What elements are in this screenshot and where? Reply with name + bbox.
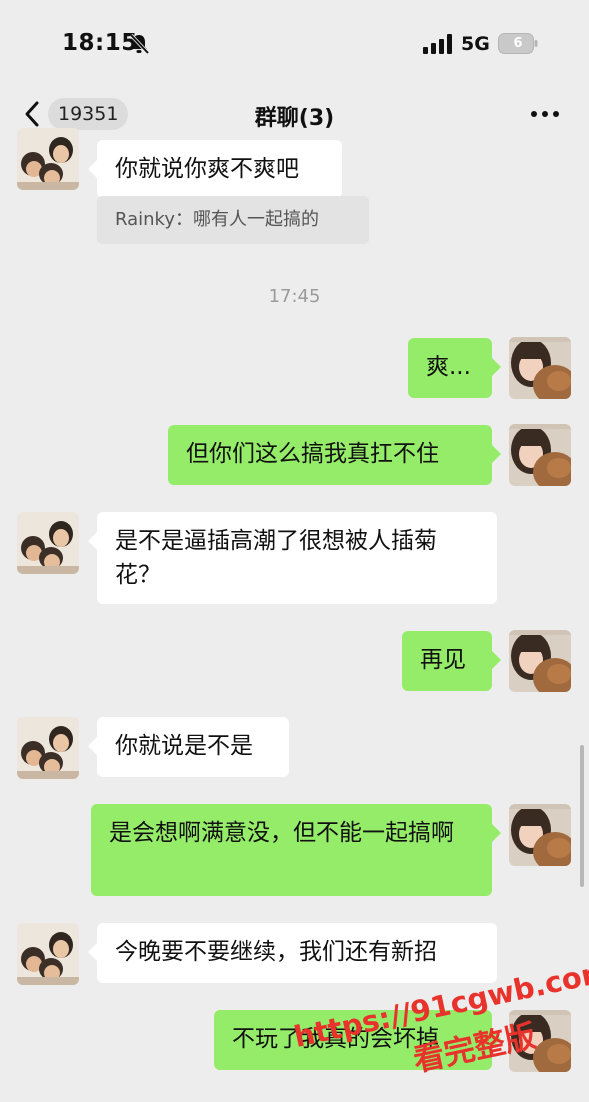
- network-type: 5G: [461, 33, 490, 55]
- message-bubble-outgoing[interactable]: 是会想啊满意没，但不能一起搞啊: [91, 804, 501, 896]
- cellular-signal-icon: [423, 34, 452, 54]
- message-bubble-incoming[interactable]: 今晚要不要继续，我们还有新招: [88, 923, 497, 983]
- avatar-sender[interactable]: [17, 128, 79, 190]
- avatar-image: [17, 923, 79, 985]
- avatar-sender[interactable]: [17, 717, 79, 779]
- avatar-self[interactable]: [509, 804, 571, 866]
- message-bubble-incoming[interactable]: 是不是逼插高潮了很想被人插菊花？: [88, 512, 497, 604]
- avatar-image: [509, 337, 571, 399]
- quoted-reply[interactable]: Rainky：哪有人一起搞的: [97, 196, 369, 244]
- avatar-image: [17, 717, 79, 779]
- bell-muted-icon: [129, 33, 150, 55]
- chat-title: 群聊(3): [254, 106, 335, 131]
- avatar-image: [509, 804, 571, 866]
- avatar-image: [509, 630, 571, 692]
- message-bubble-incoming[interactable]: 你就说你爽不爽吧: [88, 140, 342, 198]
- chat-header: 19351 群聊(3): [0, 88, 589, 140]
- avatar-sender[interactable]: [17, 923, 79, 985]
- avatar-image: [17, 128, 79, 190]
- message-bubble-outgoing[interactable]: 但你们这么搞我真扛不住: [168, 425, 501, 485]
- avatar-self[interactable]: [509, 424, 571, 486]
- status-bar: 18:15 5G 6: [0, 0, 589, 88]
- avatar-image: [17, 512, 79, 574]
- battery-level: 6: [513, 36, 523, 51]
- message-bubble-outgoing[interactable]: 爽...: [408, 338, 501, 398]
- status-time: 18:15: [62, 30, 138, 56]
- scrollbar-thumb[interactable]: [580, 745, 584, 887]
- avatar-self[interactable]: [509, 630, 571, 692]
- message-bubble-outgoing[interactable]: 再见: [402, 631, 501, 691]
- message-bubble-incoming[interactable]: 你就说是不是: [88, 717, 289, 777]
- more-options-icon[interactable]: [530, 110, 560, 118]
- avatar-self[interactable]: [509, 337, 571, 399]
- message-timestamp: 17:45: [268, 286, 321, 307]
- avatar-image: [509, 424, 571, 486]
- avatar-sender[interactable]: [17, 512, 79, 574]
